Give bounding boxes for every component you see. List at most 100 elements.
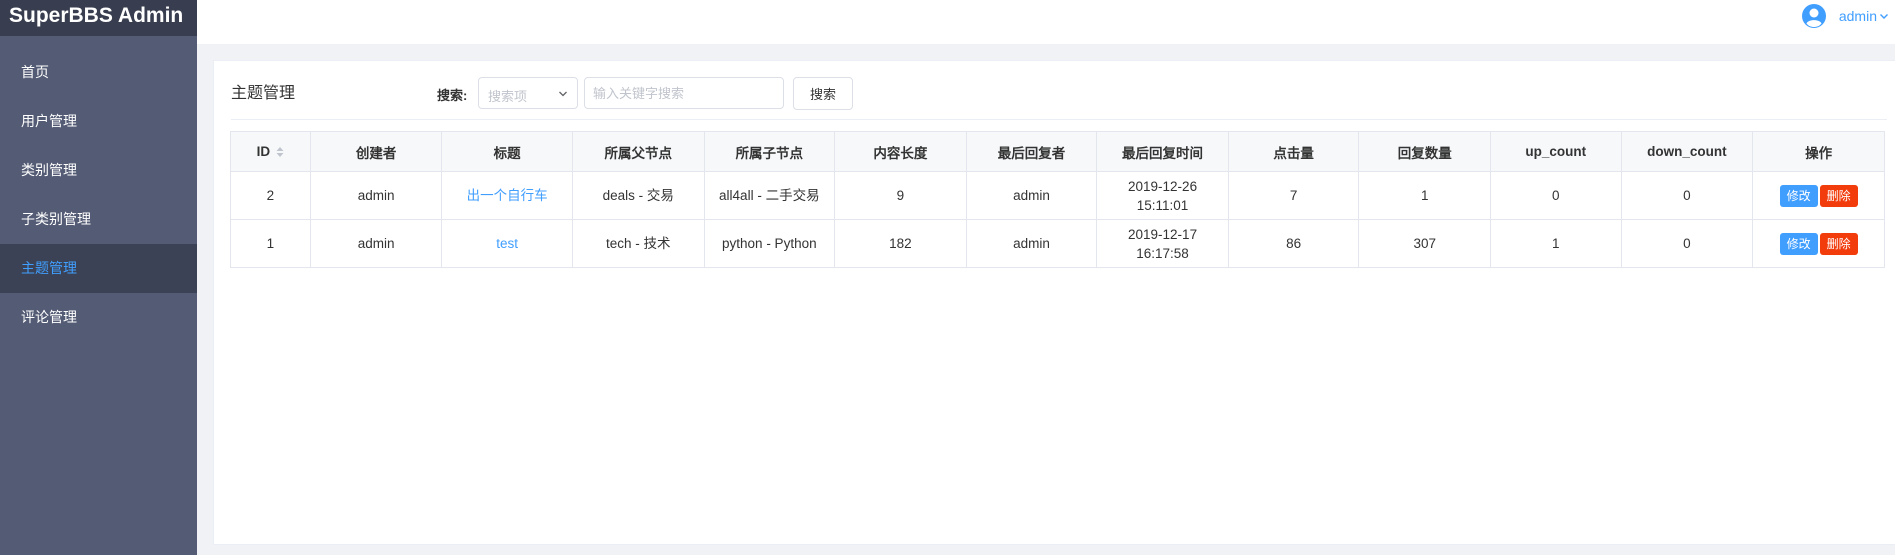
column-header-label: 最后回复时间 bbox=[1122, 145, 1204, 161]
cell-replies-text: 1 bbox=[1420, 188, 1429, 203]
column-header-label: ID bbox=[256, 144, 271, 159]
cell-last-replier-text: admin bbox=[1013, 188, 1050, 203]
user-name[interactable]: admin bbox=[1839, 8, 1877, 24]
topics-table: ID 创建者 标题 所属父节点 所属子节点 内容长度 最后回复者 最后回复时间 点击量 回复数量 u… bbox=[230, 131, 1885, 268]
cell-last-reply-time-text: 2019-12-26 15:11:01 bbox=[1128, 178, 1198, 213]
cell-down-count-text: 0 bbox=[1683, 188, 1691, 203]
search-field-select[interactable]: 搜索项 bbox=[478, 77, 578, 109]
cell-down-count: 0 bbox=[1620, 171, 1754, 220]
sidebar-item-comments[interactable]: 评论管理 bbox=[0, 293, 197, 342]
cell-creator-text: admin bbox=[357, 188, 395, 203]
search-button[interactable]: 搜索 bbox=[793, 77, 853, 110]
cell-up-count: 1 bbox=[1490, 219, 1622, 268]
cell-creator: admin bbox=[309, 219, 443, 268]
cell-content-length: 9 bbox=[834, 171, 967, 220]
cell-clicks: 86 bbox=[1227, 219, 1360, 268]
chevron-down-icon bbox=[1880, 14, 1888, 19]
cell-last-reply-time: 2019-12-26 15:11:01 bbox=[1096, 171, 1229, 220]
column-header: 所属父节点 bbox=[571, 131, 705, 172]
cell-title: 出一个自行车 bbox=[441, 171, 573, 220]
column-header: 内容长度 bbox=[834, 131, 967, 172]
cell-last-replier: admin bbox=[965, 171, 1098, 220]
sort-icon[interactable] bbox=[276, 146, 284, 158]
sidebar-item-users[interactable]: 用户管理 bbox=[0, 97, 197, 146]
table-row: 1 admin test tech - 技术 python - Python 182 adm… bbox=[230, 219, 1885, 268]
column-header[interactable]: ID bbox=[230, 131, 311, 172]
cell-child-node-text: all4all - 二手交易 bbox=[719, 188, 820, 203]
cell-up-count: 0 bbox=[1490, 171, 1622, 220]
column-header-label: up_count bbox=[1525, 144, 1587, 159]
column-header: 回复数量 bbox=[1358, 131, 1492, 172]
sidebar-item-home[interactable]: 首页 bbox=[0, 48, 197, 97]
cell-parent-node: tech - 技术 bbox=[571, 219, 705, 268]
table-row: 2 admin 出一个自行车 deals - 交易 all4all - 二手交易 9 adm… bbox=[230, 171, 1885, 220]
column-header-label: 最后回复者 bbox=[997, 145, 1066, 161]
cell-replies: 307 bbox=[1358, 219, 1492, 268]
edit-button[interactable]: 修改 bbox=[1779, 184, 1818, 207]
column-header: down_count bbox=[1620, 131, 1754, 172]
topic-title-link[interactable]: 出一个自行车 bbox=[467, 188, 548, 203]
cell-content-length-text: 182 bbox=[889, 236, 912, 251]
cell-actions: 修改 删除 bbox=[1752, 171, 1885, 220]
column-header-label: 所属子节点 bbox=[735, 145, 804, 161]
column-header-label: 回复数量 bbox=[1397, 145, 1452, 161]
top-bar: admin bbox=[197, 0, 1895, 44]
cell-creator-text: admin bbox=[357, 236, 395, 251]
column-header: 点击量 bbox=[1227, 131, 1360, 172]
sidebar-menu: 首页 用户管理 类别管理 子类别管理 主题管理 评论管理 bbox=[0, 48, 197, 342]
column-header: 操作 bbox=[1752, 131, 1885, 172]
column-header: 创建者 bbox=[309, 131, 443, 172]
chevron-down-icon bbox=[559, 91, 567, 97]
sidebar-item-categories[interactable]: 类别管理 bbox=[0, 146, 197, 195]
cell-parent-node-text: tech - 技术 bbox=[605, 236, 671, 251]
cell-clicks-text: 7 bbox=[1289, 188, 1298, 203]
cell-last-reply-time-text: 2019-12-17 16:17:58 bbox=[1128, 226, 1198, 261]
column-header: up_count bbox=[1490, 131, 1622, 172]
cell-child-node: all4all - 二手交易 bbox=[703, 171, 836, 220]
cell-last-replier: admin bbox=[965, 219, 1098, 268]
cell-title: test bbox=[441, 219, 573, 268]
cell-creator: admin bbox=[309, 171, 443, 220]
column-header-label: 内容长度 bbox=[873, 145, 928, 161]
app-title: SuperBBS Admin bbox=[0, 0, 197, 36]
cell-last-replier-text: admin bbox=[1013, 236, 1050, 251]
cell-last-reply-time: 2019-12-17 16:17:58 bbox=[1096, 219, 1229, 268]
cell-content-length-text: 9 bbox=[896, 188, 905, 203]
cell-up-count-text: 1 bbox=[1552, 236, 1560, 251]
column-header: 最后回复者 bbox=[965, 131, 1098, 172]
column-header-label: 标题 bbox=[493, 145, 521, 161]
search-input[interactable] bbox=[584, 77, 784, 109]
cell-child-node: python - Python bbox=[703, 219, 836, 268]
column-header-label: 所属父节点 bbox=[604, 145, 672, 161]
column-header-label: 点击量 bbox=[1273, 145, 1314, 161]
column-header: 标题 bbox=[441, 131, 573, 172]
cell-down-count: 0 bbox=[1620, 219, 1754, 268]
delete-button[interactable]: 删除 bbox=[1819, 232, 1858, 255]
table-header-row: ID 创建者 标题 所属父节点 所属子节点 内容长度 最后回复者 最后回复时间 点击量 回复数量 u… bbox=[230, 131, 1885, 172]
sidebar-item-subcategories[interactable]: 子类别管理 bbox=[0, 195, 197, 244]
cell-id: 2 bbox=[230, 171, 311, 220]
sidebar: SuperBBS Admin 首页 用户管理 类别管理 子类别管理 主题管理 评论管理 bbox=[0, 0, 197, 555]
cell-down-count-text: 0 bbox=[1683, 236, 1691, 251]
cell-id: 1 bbox=[230, 219, 311, 268]
cell-replies-text: 307 bbox=[1413, 236, 1436, 251]
column-header-label: 创建者 bbox=[355, 145, 397, 161]
edit-button[interactable]: 修改 bbox=[1779, 232, 1818, 255]
divider bbox=[231, 119, 1887, 120]
search-field-placeholder: 搜索项 bbox=[488, 89, 528, 104]
cell-id-text: 1 bbox=[266, 236, 275, 251]
cell-up-count-text: 0 bbox=[1552, 188, 1560, 203]
cell-parent-node: deals - 交易 bbox=[571, 171, 705, 220]
column-header: 所属子节点 bbox=[703, 131, 836, 172]
topic-title-link[interactable]: test bbox=[496, 236, 518, 251]
delete-button[interactable]: 删除 bbox=[1819, 184, 1858, 207]
cell-replies: 1 bbox=[1358, 171, 1492, 220]
column-header: 最后回复时间 bbox=[1096, 131, 1229, 172]
column-header-label: 操作 bbox=[1805, 145, 1833, 161]
cell-child-node-text: python - Python bbox=[722, 236, 817, 251]
cell-actions: 修改 删除 bbox=[1752, 219, 1885, 268]
sidebar-item-topics[interactable]: 主题管理 bbox=[0, 244, 197, 293]
user-menu[interactable]: admin bbox=[1801, 0, 1889, 32]
page-title: 主题管理 bbox=[231, 85, 296, 102]
cell-clicks-text: 86 bbox=[1286, 236, 1302, 251]
